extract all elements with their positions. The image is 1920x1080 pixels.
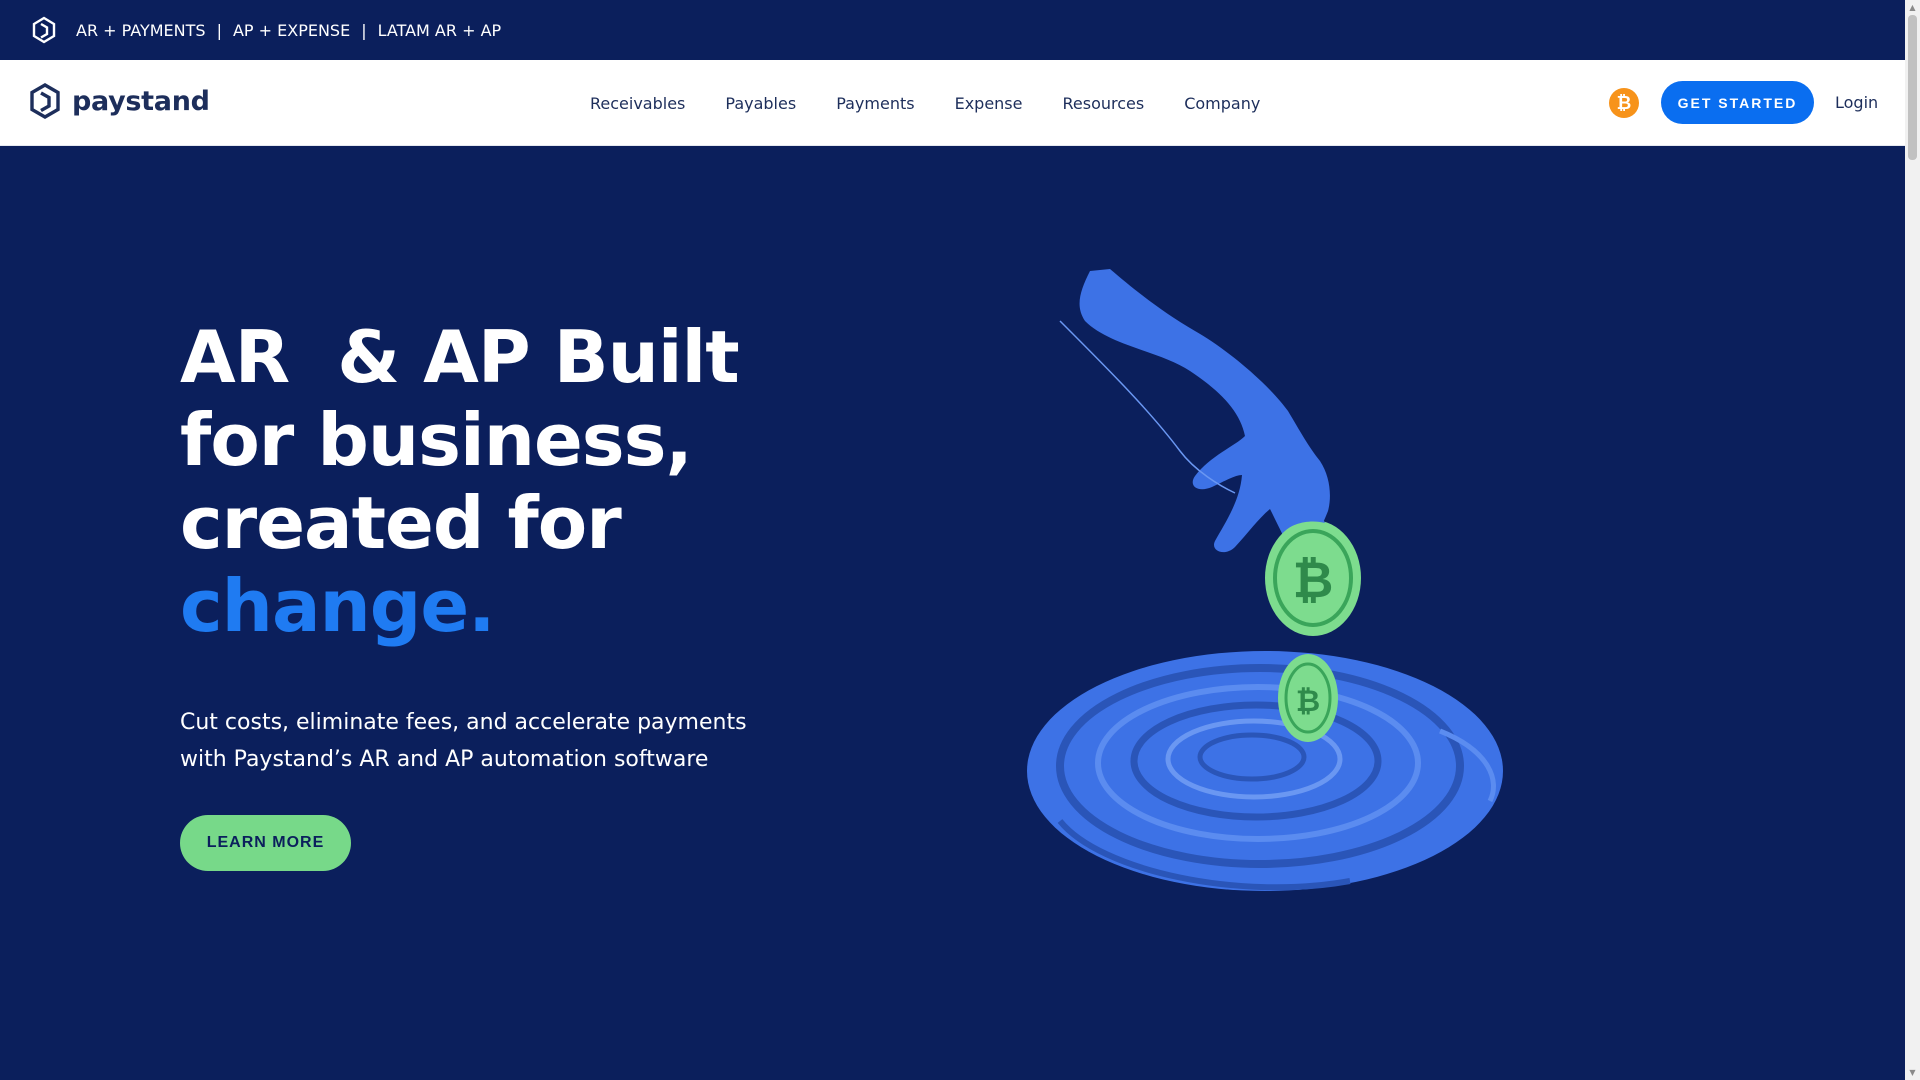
paystand-logo[interactable]: paystand	[28, 83, 210, 119]
get-started-button[interactable]: GET STARTED	[1661, 81, 1814, 124]
headline-line-2: for business,	[180, 398, 693, 482]
paystand-logo-icon	[30, 83, 60, 119]
bitcoin-icon[interactable]: ₿	[1609, 88, 1639, 118]
svg-text:₿: ₿	[1296, 684, 1320, 719]
nav-item-receivables[interactable]: Receivables	[590, 94, 685, 113]
hand-coin-illustration: ₿ ₿	[1027, 269, 1503, 891]
top-links: AR + PAYMENTS | AP + EXPENSE | LATAM AR …	[76, 21, 501, 40]
water-ripple	[1027, 651, 1503, 891]
nav-item-payments[interactable]: Payments	[836, 94, 914, 113]
page-scrollbar[interactable]: ▲ ▼	[1905, 0, 1920, 1080]
hero-section: AR & AP Built for business, created for …	[0, 146, 1905, 1080]
nav-item-payables[interactable]: Payables	[725, 94, 796, 113]
reflected-bitcoin-coin: ₿	[1278, 654, 1338, 742]
headline-line-3: created for	[180, 481, 622, 565]
scroll-up-arrow-icon[interactable]: ▲	[1905, 0, 1920, 15]
top-link-separator: |	[361, 20, 367, 40]
hero-headline: AR & AP Built for business, created for …	[180, 316, 800, 648]
page: AR + PAYMENTS | AP + EXPENSE | LATAM AR …	[0, 0, 1905, 1080]
brand-wordmark: paystand	[72, 85, 210, 117]
hero-subcopy: Cut costs, eliminate fees, and accelerat…	[180, 710, 747, 772]
nav-item-company[interactable]: Company	[1184, 94, 1260, 113]
nav-item-resources[interactable]: Resources	[1062, 94, 1144, 113]
top-link-ar-payments[interactable]: AR + PAYMENTS	[76, 21, 206, 40]
scrollbar-thumb[interactable]	[1908, 15, 1917, 160]
top-link-latam[interactable]: LATAM AR + AP	[378, 21, 502, 40]
learn-more-button[interactable]: LEARN MORE	[180, 815, 351, 871]
headline-accent: change.	[180, 564, 496, 648]
headline-line-1: AR & AP Built	[180, 315, 740, 399]
nav-item-expense[interactable]: Expense	[955, 94, 1023, 113]
svg-text:₿: ₿	[1293, 551, 1334, 609]
scroll-down-arrow-icon[interactable]: ▼	[1905, 1065, 1920, 1080]
paystand-mark-icon[interactable]	[30, 16, 58, 44]
top-link-ap-expense[interactable]: AP + EXPENSE	[233, 21, 350, 40]
bitcoin-coin: ₿	[1265, 520, 1361, 636]
login-link[interactable]: Login	[1835, 93, 1878, 112]
nav-menu: Receivables Payables Payments Expense Re…	[590, 60, 1300, 146]
top-link-separator: |	[216, 20, 222, 40]
main-navigation: paystand Receivables Payables Payments E…	[0, 60, 1905, 146]
top-utility-bar: AR + PAYMENTS | AP + EXPENSE | LATAM AR …	[0, 0, 1905, 60]
